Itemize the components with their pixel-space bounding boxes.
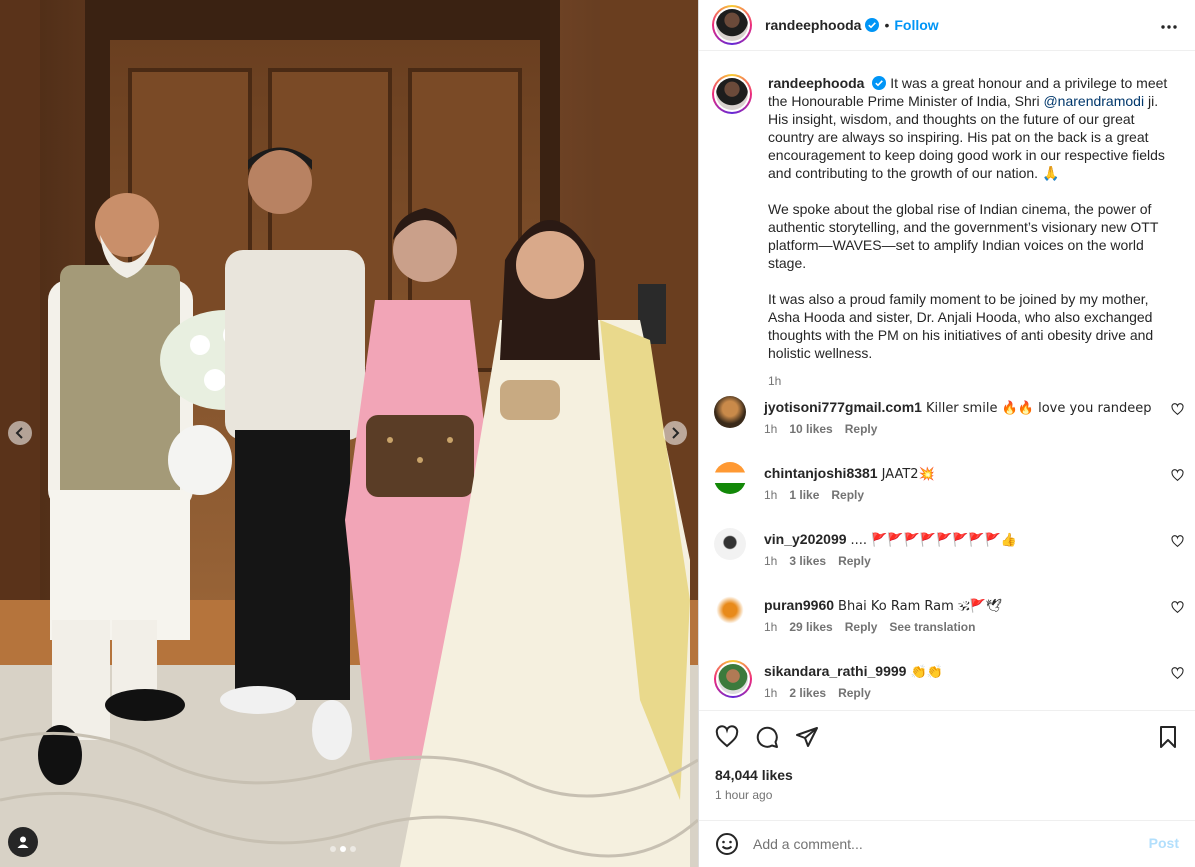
avatar-image <box>718 664 748 694</box>
commenter-username[interactable]: sikandara_rathi_9999 <box>764 663 906 679</box>
tagged-users-button[interactable] <box>8 827 38 857</box>
carousel-dot <box>330 846 336 852</box>
comment-likes[interactable]: 29 likes <box>789 620 832 634</box>
separator-dot: • <box>884 17 890 33</box>
post-actions-bar: 84,044 likes 1 hour ago <box>699 710 1195 820</box>
author-username[interactable]: randeephooda <box>765 17 861 33</box>
verified-badge-icon <box>872 76 887 90</box>
like-comment-heart-icon[interactable] <box>1171 535 1184 548</box>
caption-author-avatar[interactable] <box>712 74 752 114</box>
comment-input[interactable] <box>753 836 1133 852</box>
mention-link[interactable]: @narendramodi <box>1043 93 1144 109</box>
more-options-icon[interactable] <box>1159 17 1179 37</box>
like-heart-icon[interactable] <box>715 725 739 749</box>
caption-paragraph-2: We spoke about the global rise of Indian… <box>768 201 1159 271</box>
see-translation-button[interactable]: See translation <box>889 620 975 634</box>
photo-illustration <box>0 0 698 867</box>
comment-item: jyotisoni777gmail.com1 Killer smile 🔥🔥 lo… <box>714 396 1184 446</box>
author-avatar[interactable] <box>712 5 752 45</box>
chevron-left-icon <box>15 427 23 439</box>
avatar-image <box>716 78 748 110</box>
caption-timestamp: 1h <box>768 374 782 388</box>
comment-likes[interactable]: 10 likes <box>789 422 832 436</box>
comment-bubble-icon[interactable] <box>755 725 779 749</box>
post-timestamp: 1 hour ago <box>715 788 773 802</box>
like-comment-heart-icon[interactable] <box>1171 601 1184 614</box>
comment-time: 1h <box>764 620 778 634</box>
commenter-username[interactable]: chintanjoshi8381 <box>764 465 878 481</box>
verified-badge-icon <box>865 18 880 32</box>
avatar-image <box>716 9 748 41</box>
comment-text: JAAT2💥 <box>881 467 935 482</box>
post-details-panel: randeephooda • Follow randeephooda It wa… <box>698 0 1195 867</box>
commenter-username[interactable]: jyotisoni777gmail.com1 <box>764 399 922 415</box>
instagram-post-view: randeephooda • Follow randeephooda It wa… <box>0 0 1195 867</box>
reply-button[interactable]: Reply <box>845 620 878 634</box>
comment-item: puran9960 Bhai Ko Ram Ram 🕉🚩🕊 1h 29 likes… <box>714 594 1184 644</box>
like-comment-heart-icon[interactable] <box>1171 469 1184 482</box>
like-comment-heart-icon[interactable] <box>1171 403 1184 416</box>
carousel-dot <box>350 846 356 852</box>
previous-photo-button[interactable] <box>8 421 32 445</box>
comment-likes[interactable]: 1 like <box>789 488 819 502</box>
comment-text: Bhai Ko Ram Ram 🕉🚩🕊 <box>838 599 1003 614</box>
comment-likes[interactable]: 2 likes <box>789 686 826 700</box>
comment-likes[interactable]: 3 likes <box>789 554 826 568</box>
comment-time: 1h <box>764 488 778 502</box>
post-caption: randeephooda It was a great honour and a… <box>712 74 1182 390</box>
comment-text: Killer smile 🔥🔥 love you randeep <box>925 401 1152 416</box>
carousel-dot-active <box>340 846 346 852</box>
save-bookmark-icon[interactable] <box>1156 725 1180 749</box>
commenter-username[interactable]: puran9960 <box>764 597 834 613</box>
comment-item: vin_y202099.... 🚩🚩🚩🚩🚩🚩🚩🚩👍 1h 3 likes Rep… <box>714 528 1184 578</box>
chevron-right-icon <box>672 427 680 439</box>
post-photo[interactable] <box>0 0 698 867</box>
reply-button[interactable]: Reply <box>831 488 864 502</box>
commenter-username[interactable]: vin_y202099 <box>764 531 847 547</box>
likes-count[interactable]: 84,044 likes <box>715 767 793 783</box>
reply-button[interactable]: Reply <box>838 554 871 568</box>
comment-item: chintanjoshi8381 JAAT2💥 1h 1 like Reply <box>714 462 1184 512</box>
comments-scroll-area[interactable]: randeephooda It was a great honour and a… <box>699 52 1195 710</box>
post-comment-button[interactable]: Post <box>1149 835 1179 851</box>
comment-text: .... 🚩🚩🚩🚩🚩🚩🚩🚩👍 <box>850 533 1017 548</box>
commenter-avatar[interactable] <box>714 528 746 560</box>
comment-item: sikandara_rathi_9999 👏👏 1h 2 likes Reply <box>714 660 1184 710</box>
add-comment-bar: Post <box>699 820 1195 867</box>
next-photo-button[interactable] <box>663 421 687 445</box>
commenter-avatar[interactable] <box>714 594 746 626</box>
caption-paragraph-3: It was also a proud family moment to be … <box>768 291 1154 361</box>
comment-text: 👏👏 <box>910 665 943 680</box>
caption-text: randeephooda It was a great honour and a… <box>768 74 1182 390</box>
commenter-avatar[interactable] <box>714 660 752 698</box>
commenter-avatar[interactable] <box>714 462 746 494</box>
comment-time: 1h <box>764 686 778 700</box>
user-tag-icon <box>17 836 29 848</box>
follow-button[interactable]: Follow <box>894 17 938 33</box>
like-comment-heart-icon[interactable] <box>1171 667 1184 680</box>
reply-button[interactable]: Reply <box>845 422 878 436</box>
comment-time: 1h <box>764 422 778 436</box>
carousel-indicator <box>330 846 356 852</box>
post-header: randeephooda • Follow <box>699 0 1195 51</box>
caption-username[interactable]: randeephooda <box>768 75 864 91</box>
comment-time: 1h <box>764 554 778 568</box>
share-send-icon[interactable] <box>795 725 819 749</box>
emoji-smiley-icon[interactable] <box>715 832 739 856</box>
reply-button[interactable]: Reply <box>838 686 871 700</box>
commenter-avatar[interactable] <box>714 396 746 428</box>
